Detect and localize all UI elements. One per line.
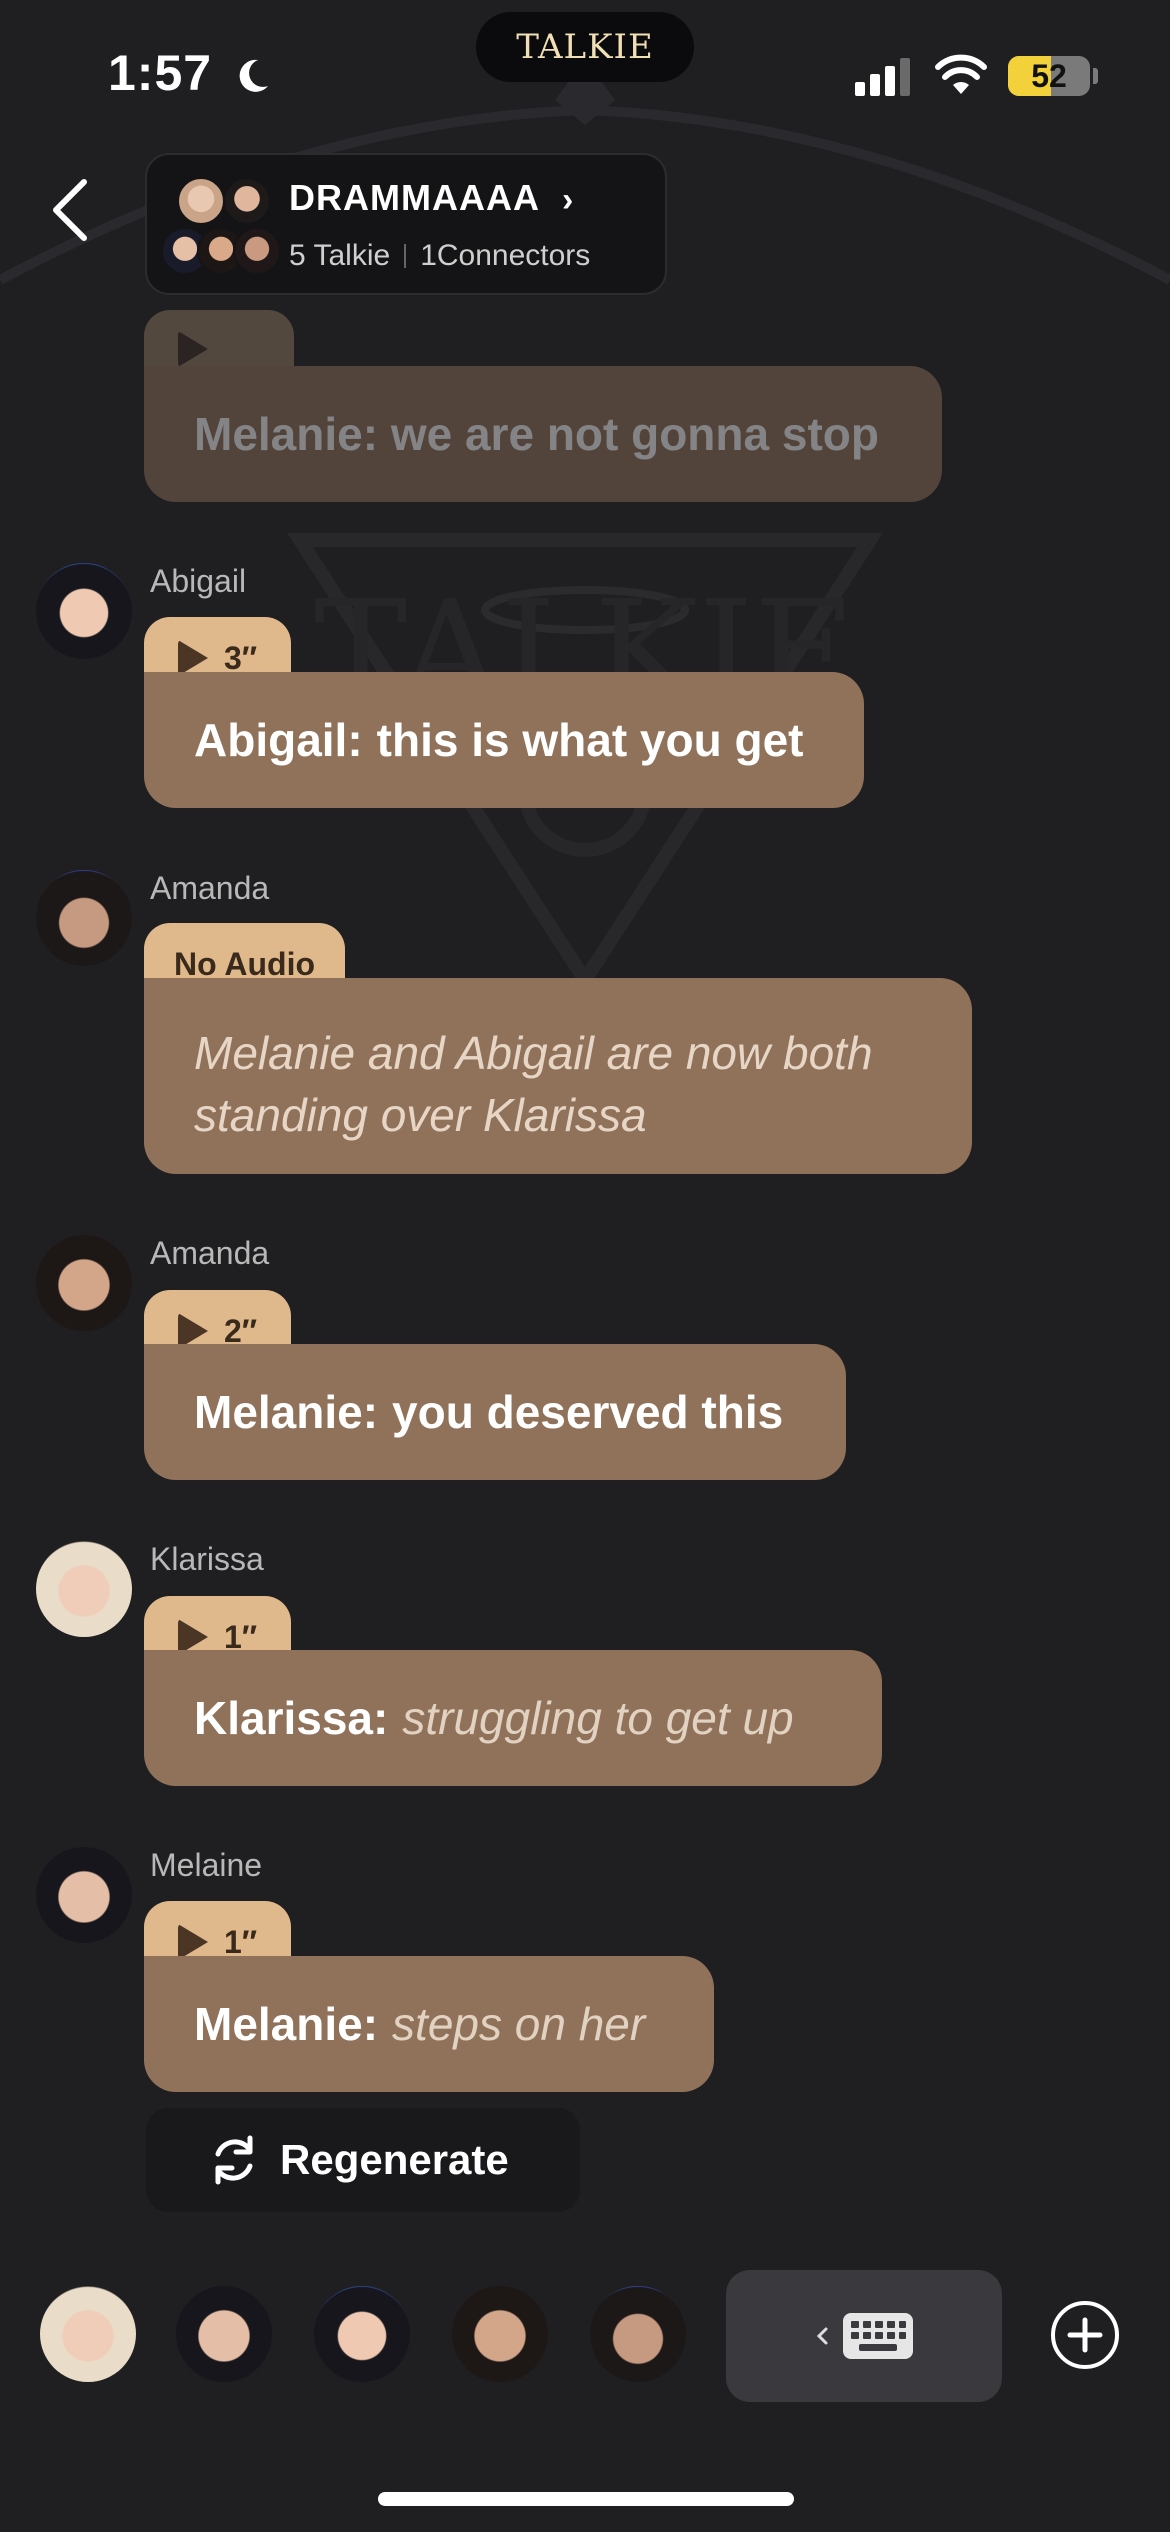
- message-text: you deserved this: [392, 1386, 784, 1438]
- battery-nub: [1093, 68, 1098, 84]
- avatar[interactable]: [36, 563, 132, 659]
- chevron-left-icon: [816, 2327, 828, 2345]
- message-bubble[interactable]: Melanie: we are not gonna stop: [144, 366, 942, 502]
- character-avatar-klarissa[interactable]: [40, 2286, 136, 2382]
- signal-icon: [855, 58, 910, 96]
- meta-divider: [404, 244, 407, 268]
- message-text: this is what you get: [376, 714, 804, 766]
- status-bar: 1:57 TALKIE 52: [0, 0, 1170, 150]
- character-avatar-abigail[interactable]: [314, 2286, 410, 2382]
- no-audio-label: No Audio: [174, 945, 315, 982]
- speaker-name: Melanie:: [194, 1998, 379, 2050]
- audio-duration: 3″: [224, 639, 258, 676]
- battery-icon: 52: [1008, 56, 1090, 96]
- moon-icon: [239, 59, 268, 92]
- avatar[interactable]: [36, 1541, 132, 1637]
- battery-percent: 52: [1031, 58, 1067, 94]
- member-avatar: [233, 227, 281, 275]
- keyboard-icon: [843, 2313, 913, 2359]
- regenerate-button[interactable]: Regenerate: [146, 2108, 580, 2212]
- avatar[interactable]: [36, 870, 132, 966]
- avatar[interactable]: [36, 1235, 132, 1331]
- connectors-count: 1Connectors: [420, 239, 591, 272]
- member-avatar: [177, 177, 225, 225]
- speaker-name: Klarissa:: [194, 1692, 389, 1744]
- speaker-name: Melanie:: [194, 1386, 379, 1438]
- refresh-icon: [215, 2135, 253, 2185]
- add-icon[interactable]: [1050, 2300, 1120, 2370]
- chevron-left-icon: [53, 179, 87, 241]
- message-bubble[interactable]: Melanie: you deserved this: [144, 1344, 846, 1480]
- group-avatar-cluster: [161, 175, 281, 275]
- talkie-logo: TALKIE: [516, 27, 654, 67]
- play-icon: [178, 331, 208, 367]
- character-bar: [0, 2270, 1170, 2410]
- back-button[interactable]: [40, 170, 100, 250]
- message-bubble[interactable]: Klarissa: struggling to get up: [144, 1650, 882, 1786]
- narration-text: Melanie and Abigail are now both standin…: [194, 1027, 873, 1141]
- message-bubble[interactable]: Melanie and Abigail are now both standin…: [144, 978, 972, 1174]
- group-meta: 5 Talkie 1Connectors: [289, 239, 590, 273]
- message-text: Melanie: we are not gonna stop: [194, 408, 879, 460]
- status-time: 1:57: [108, 45, 213, 101]
- speaker-name: Abigail:: [194, 714, 363, 766]
- sender-name: Amanda: [150, 870, 270, 906]
- member-avatar: [223, 177, 271, 225]
- dynamic-island: TALKIE: [476, 12, 694, 82]
- keyboard-button[interactable]: [726, 2270, 1002, 2402]
- play-icon: [178, 640, 208, 676]
- character-avatar-amanda-alt[interactable]: [590, 2286, 686, 2382]
- chevron-right-icon: ›: [562, 181, 574, 219]
- play-icon: [178, 1924, 208, 1960]
- action-text: steps on her: [392, 1998, 646, 2050]
- message-bubble[interactable]: Abigail: this is what you get: [144, 672, 864, 808]
- audio-duration: 1″: [224, 1923, 258, 1960]
- character-avatar-melaine[interactable]: [176, 2286, 272, 2382]
- character-avatar-amanda[interactable]: [452, 2286, 548, 2382]
- group-header-card[interactable]: DRAMMAAAA › 5 Talkie 1Connectors: [145, 153, 667, 295]
- avatar[interactable]: [36, 1847, 132, 1943]
- regenerate-label: Regenerate: [280, 2136, 509, 2183]
- sender-name: Abigail: [150, 563, 247, 599]
- action-text: struggling to get up: [402, 1692, 794, 1744]
- talkie-count: 5 Talkie: [289, 239, 391, 272]
- sender-name: Melaine: [150, 1847, 263, 1883]
- sender-name: Klarissa: [150, 1541, 264, 1577]
- message-bubble[interactable]: Melanie: steps on her: [144, 1956, 714, 2092]
- sender-name: Amanda: [150, 1235, 270, 1271]
- group-name: DRAMMAAAA: [289, 177, 540, 218]
- home-indicator[interactable]: [378, 2492, 794, 2506]
- wifi-icon: [935, 54, 987, 94]
